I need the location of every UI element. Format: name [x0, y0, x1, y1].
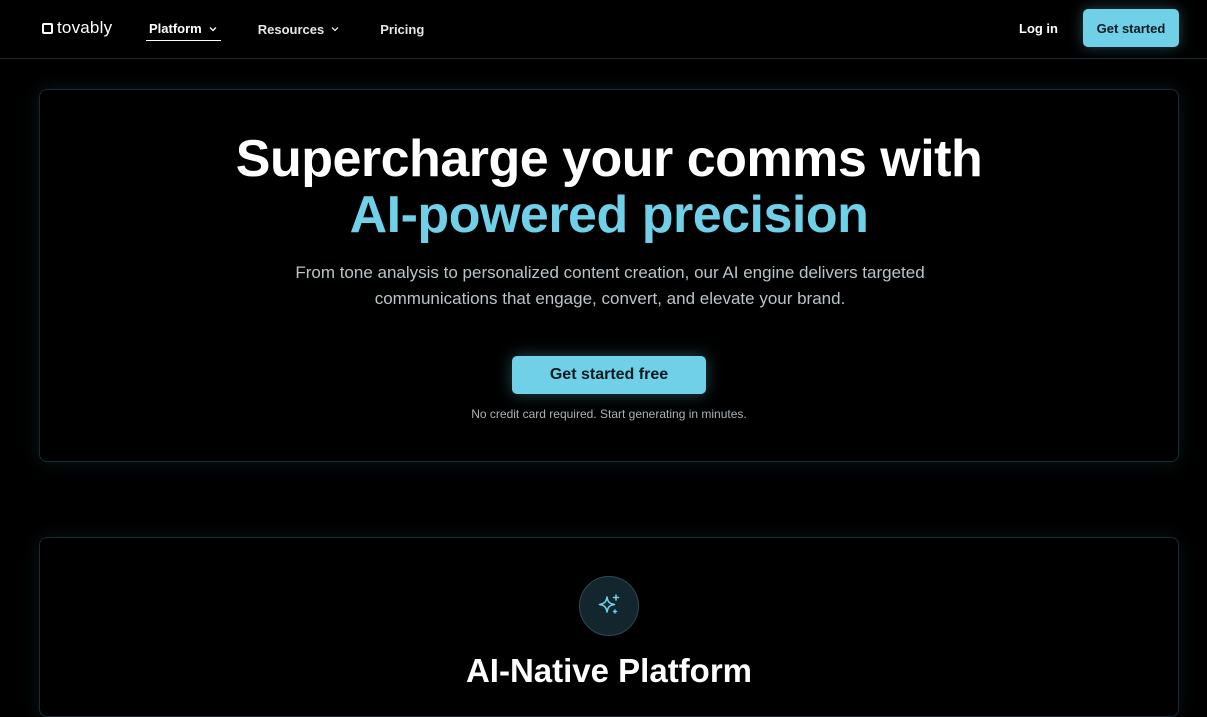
- hero-title: Supercharge your comms with: [235, 130, 983, 188]
- logo-mark-icon: [42, 22, 53, 34]
- nav-item-pricing[interactable]: Pricing: [377, 18, 427, 41]
- main-nav: Platform Resources Pricing: [146, 0, 461, 58]
- top-nav: tovably Platform Resources Pricing Log i…: [0, 0, 1207, 59]
- feature-title: AI-Native Platform: [465, 652, 753, 689]
- feature-icon-badge: [579, 576, 639, 636]
- chevron-down-icon: [331, 27, 339, 32]
- brand-name: tovably: [57, 18, 113, 37]
- login-link[interactable]: Log in: [1019, 21, 1058, 36]
- sparkles-icon: [598, 594, 620, 614]
- hero-section: Supercharge your comms with AI-powered p…: [39, 89, 1179, 462]
- chevron-down-icon: [209, 26, 217, 31]
- nav-item-resources[interactable]: Resources: [255, 18, 343, 41]
- get-started-button[interactable]: Get started: [1083, 9, 1179, 47]
- hero-subtitle: From tone analysis to personalized conte…: [295, 263, 925, 308]
- brand-logo[interactable]: tovably: [42, 18, 112, 38]
- nav-item-label: Pricing: [380, 21, 425, 37]
- nav-item-platform[interactable]: Platform: [146, 17, 221, 41]
- hero-title-highlight: AI-powered precision: [349, 186, 869, 244]
- nav-item-label: Resources: [257, 21, 325, 37]
- feature-section: AI-Native Platform: [39, 537, 1179, 717]
- hero-note: No credit card required. Start generatin…: [471, 407, 747, 421]
- get-started-free-button[interactable]: Get started free: [512, 356, 706, 394]
- nav-item-label: Platform: [149, 21, 202, 36]
